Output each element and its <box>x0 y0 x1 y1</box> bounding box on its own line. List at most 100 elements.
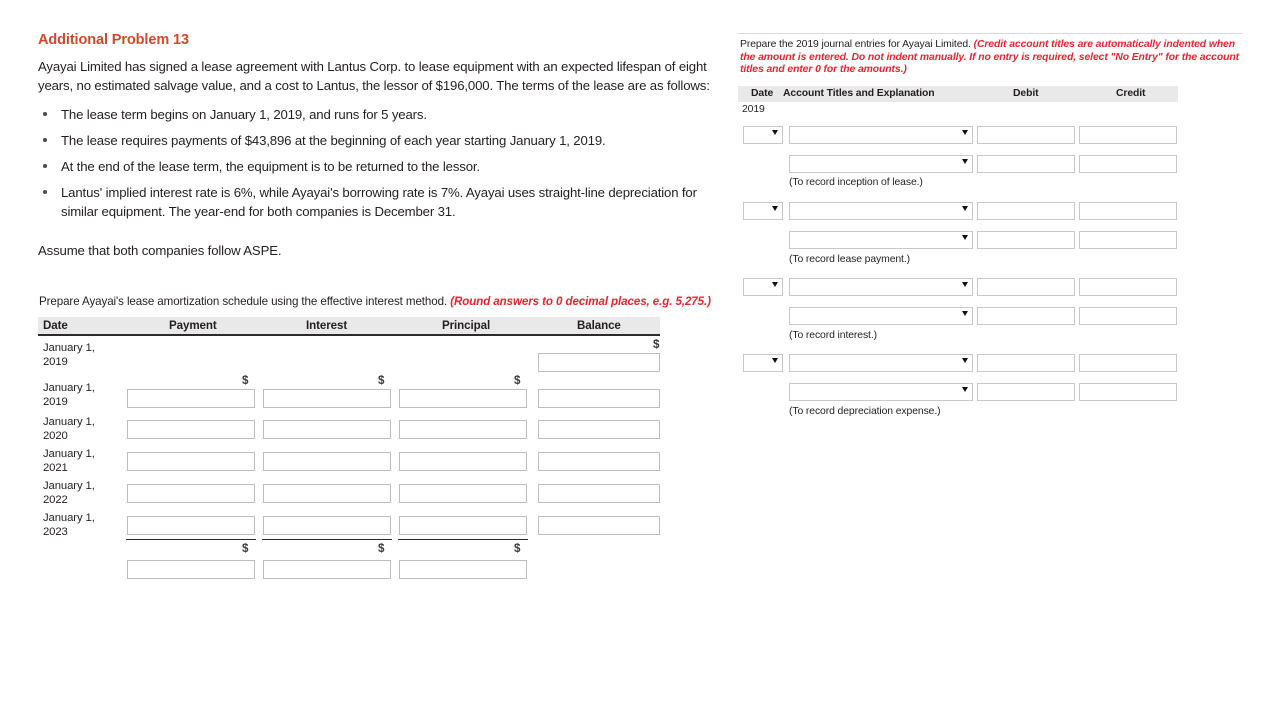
input-debit-entry3-line2[interactable] <box>977 306 1075 325</box>
input-principal-row5[interactable] <box>399 516 527 535</box>
dropdown-date-entry3[interactable] <box>743 277 783 296</box>
chevron-down-icon <box>962 158 968 164</box>
column-header-credit: Credit <box>1116 87 1146 99</box>
dropdown-date-entry4[interactable] <box>743 353 783 372</box>
chevron-down-icon <box>962 205 968 211</box>
memo-entry2: (To record lease payment.) <box>789 253 910 265</box>
input-interest-row3[interactable] <box>263 452 391 471</box>
input-payment-row4[interactable] <box>127 484 255 503</box>
schedule-instruction-plain: Prepare Ayayai's lease amortization sche… <box>39 295 448 308</box>
input-balance-row5[interactable] <box>538 516 660 535</box>
page-title: Additional Problem 13 <box>38 32 189 48</box>
journal-entry-panel: Prepare the 2019 journal entries for Aya… <box>738 33 1248 432</box>
chevron-down-icon <box>962 310 968 316</box>
input-credit-entry4-line1[interactable] <box>1079 353 1177 372</box>
input-balance-row3[interactable] <box>538 452 660 471</box>
input-interest-row5[interactable] <box>263 516 391 535</box>
input-total-principal[interactable] <box>399 560 527 579</box>
assumption-text: Assume that both companies follow ASPE. <box>38 243 282 258</box>
date-line-2: 2019 <box>43 355 68 368</box>
panel-divider <box>738 33 1242 34</box>
dropdown-date-entry1[interactable] <box>743 125 783 144</box>
chevron-down-icon <box>962 357 968 363</box>
input-total-interest[interactable] <box>263 560 391 579</box>
input-debit-entry2-line1[interactable] <box>977 201 1075 220</box>
memo-entry4: (To record depreciation expense.) <box>789 405 941 417</box>
input-principal-row3[interactable] <box>399 452 527 471</box>
input-debit-entry4-line2[interactable] <box>977 382 1075 401</box>
column-header-interest: Interest <box>306 319 348 332</box>
input-total-payment[interactable] <box>127 560 255 579</box>
column-header-date: Date <box>751 87 774 99</box>
dropdown-debit-account-entry4[interactable] <box>789 353 973 372</box>
input-payment-row5[interactable] <box>127 516 255 535</box>
dropdown-credit-account-entry1[interactable] <box>789 154 973 173</box>
input-debit-entry3-line1[interactable] <box>977 277 1075 296</box>
input-balance-row2[interactable] <box>538 420 660 439</box>
list-item: The lease requires payments of $43,896 a… <box>38 131 710 150</box>
amortization-table-header: Date Payment Interest Principal Balance <box>38 317 660 336</box>
amortization-schedule-table: Date Payment Interest Principal Balance … <box>38 317 660 594</box>
date-line-1: January 1, <box>43 382 95 394</box>
column-header-date: Date <box>43 319 68 332</box>
journal-instruction-plain: Prepare the 2019 journal entries for Aya… <box>740 39 974 50</box>
chevron-down-icon <box>962 386 968 392</box>
chevron-down-icon <box>772 281 778 287</box>
input-principal-row1[interactable] <box>399 389 527 408</box>
journal-table-header: Date Account Titles and Explanation Debi… <box>738 85 1178 102</box>
input-interest-row2[interactable] <box>263 420 391 439</box>
dropdown-debit-account-entry1[interactable] <box>789 125 973 144</box>
dropdown-credit-account-entry3[interactable] <box>789 306 973 325</box>
input-payment-row1[interactable] <box>127 389 255 408</box>
dropdown-credit-account-entry2[interactable] <box>789 230 973 249</box>
input-balance-row4[interactable] <box>538 484 660 503</box>
input-credit-entry2-line2[interactable] <box>1079 230 1177 249</box>
dropdown-debit-account-entry3[interactable] <box>789 277 973 296</box>
memo-entry1: (To record inception of lease.) <box>789 176 923 188</box>
column-header-debit: Debit <box>1013 87 1039 99</box>
list-item: At the end of the lease term, the equipm… <box>38 157 710 176</box>
input-credit-entry3-line2[interactable] <box>1079 306 1177 325</box>
chevron-down-icon <box>772 205 778 211</box>
column-header-principal: Principal <box>442 319 491 332</box>
schedule-instruction-note: (Round answers to 0 decimal places, e.g.… <box>450 295 711 308</box>
currency-symbol: $ <box>653 338 660 351</box>
input-interest-row1[interactable] <box>263 389 391 408</box>
list-item: Lantus' implied interest rate is 6%, whi… <box>38 183 710 221</box>
input-debit-entry4-line1[interactable] <box>977 353 1075 372</box>
chevron-down-icon <box>962 281 968 287</box>
date-line-1: January 1, <box>43 480 95 492</box>
input-debit-entry1-line2[interactable] <box>977 154 1075 173</box>
input-balance-row1[interactable] <box>538 389 660 408</box>
table-row-date: January 1, 2022 <box>43 480 113 507</box>
table-row-date: January 1, 2019 <box>43 342 113 369</box>
dropdown-credit-account-entry4[interactable] <box>789 382 973 401</box>
input-payment-row2[interactable] <box>127 420 255 439</box>
input-credit-entry1-line2[interactable] <box>1079 154 1177 173</box>
table-row-date: January 1, 2021 <box>43 448 113 475</box>
input-principal-row4[interactable] <box>399 484 527 503</box>
input-credit-entry1-line1[interactable] <box>1079 125 1177 144</box>
input-credit-entry4-line2[interactable] <box>1079 382 1177 401</box>
input-debit-entry2-line2[interactable] <box>977 230 1075 249</box>
amortization-table-body: January 1, 2019 $ January 1, 2019 $ $ $ … <box>38 336 660 594</box>
currency-symbol: $ <box>514 542 521 555</box>
input-payment-row3[interactable] <box>127 452 255 471</box>
column-header-balance: Balance <box>577 319 621 332</box>
currency-symbol: $ <box>514 374 521 387</box>
input-credit-entry2-line1[interactable] <box>1079 201 1177 220</box>
input-interest-row4[interactable] <box>263 484 391 503</box>
dropdown-debit-account-entry2[interactable] <box>789 201 973 220</box>
currency-symbol: $ <box>378 374 385 387</box>
currency-symbol: $ <box>378 542 385 555</box>
date-line-2: 2019 <box>43 395 68 408</box>
memo-entry3: (To record interest.) <box>789 329 877 341</box>
input-principal-row2[interactable] <box>399 420 527 439</box>
input-debit-entry1-line1[interactable] <box>977 125 1075 144</box>
chevron-down-icon <box>962 129 968 135</box>
totals-separator-payment <box>126 539 256 540</box>
input-credit-entry3-line1[interactable] <box>1079 277 1177 296</box>
input-balance-opening[interactable] <box>538 353 660 372</box>
currency-symbol: $ <box>242 374 249 387</box>
dropdown-date-entry2[interactable] <box>743 201 783 220</box>
